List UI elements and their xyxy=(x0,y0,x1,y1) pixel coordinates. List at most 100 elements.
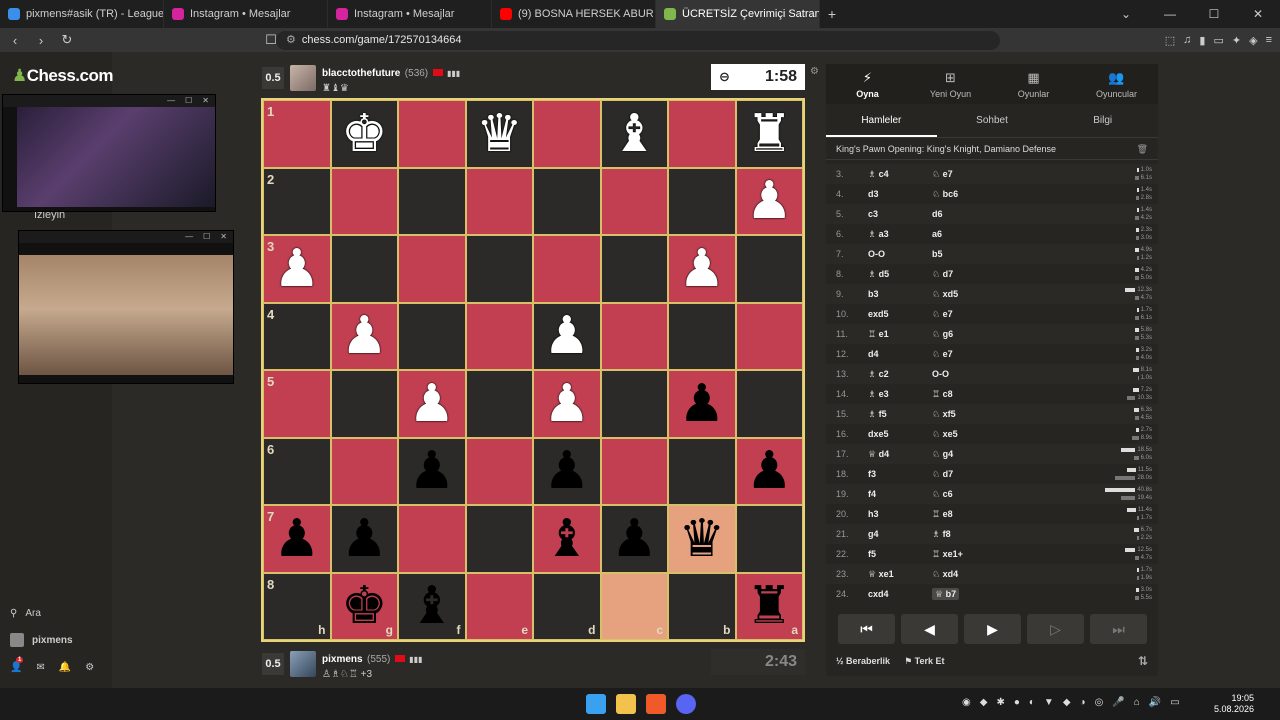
black-move[interactable]: ♘ g4 xyxy=(932,449,1012,460)
white-move[interactable]: ♕ d4 xyxy=(868,449,932,460)
profile-nav-item[interactable]: pixmens xyxy=(10,633,73,647)
black-move[interactable]: d6 xyxy=(932,209,1012,219)
black-pawn-piece[interactable]: ♟ xyxy=(408,445,455,497)
board-square[interactable] xyxy=(465,302,533,370)
white-bishop-piece[interactable]: ♝ xyxy=(611,108,658,160)
board-square[interactable]: ♟ xyxy=(533,437,601,505)
board-square[interactable]: ♝ xyxy=(600,100,668,168)
tab-search-icon[interactable]: ⌄ xyxy=(1104,0,1148,28)
white-move[interactable]: ♗ a3 xyxy=(868,229,932,240)
white-move[interactable]: O-O xyxy=(868,249,932,259)
white-move[interactable]: ♗ e3 xyxy=(868,389,932,400)
white-queen-piece[interactable]: ♛ xyxy=(476,108,523,160)
black-pawn-piece[interactable]: ♟ xyxy=(678,378,725,430)
white-move[interactable]: exd5 xyxy=(868,309,932,319)
browser-tab[interactable]: pixmens#asik (TR) - LeagueOfGraphs xyxy=(0,0,164,28)
black-pawn-piece[interactable]: ♟ xyxy=(746,445,793,497)
battery-icon[interactable]: ▭ xyxy=(1170,697,1179,708)
white-pawn-piece[interactable]: ♟ xyxy=(543,378,590,430)
black-king-piece[interactable]: ♚ xyxy=(341,580,388,632)
white-pawn-piece[interactable]: ♟ xyxy=(678,243,725,295)
board-square[interactable] xyxy=(735,505,803,573)
bottom-player-avatar[interactable] xyxy=(290,651,316,677)
black-move[interactable]: b5 xyxy=(932,249,1012,259)
board-square[interactable]: ♝ xyxy=(533,505,601,573)
board-square[interactable]: ♜ xyxy=(735,100,803,168)
last-move-button[interactable]: ⏭ xyxy=(1090,614,1147,644)
board-square[interactable] xyxy=(600,167,668,235)
black-move[interactable]: ♖ xe1+ xyxy=(932,549,1012,560)
board-square[interactable]: c xyxy=(600,572,668,640)
board-square[interactable]: ♟ xyxy=(398,370,466,438)
white-move[interactable]: c3 xyxy=(868,209,932,219)
board-square[interactable]: ♟ xyxy=(735,437,803,505)
board-square[interactable] xyxy=(330,437,398,505)
board-square[interactable] xyxy=(735,302,803,370)
board-square[interactable]: ♟ xyxy=(668,370,736,438)
board-square[interactable]: 8h xyxy=(263,572,331,640)
board-square[interactable]: ♟ xyxy=(600,505,668,573)
start-icon[interactable] xyxy=(586,694,606,714)
white-move[interactable]: ♕ xe1 xyxy=(868,569,932,580)
new-tab-button[interactable]: + xyxy=(820,6,844,22)
white-pawn-piece[interactable]: ♟ xyxy=(408,378,455,430)
taskbar-clock[interactable]: 19:05 5.08.2026 xyxy=(1214,693,1254,715)
previous-move-button[interactable]: ◀ xyxy=(901,614,958,644)
tray-app-icon[interactable]: ✱ xyxy=(996,697,1004,708)
black-move[interactable]: a6 xyxy=(932,229,1012,239)
friends-icon[interactable]: 👤 1 xyxy=(10,657,24,673)
board-square[interactable]: 1 xyxy=(263,100,331,168)
next-move-button[interactable]: ▷ xyxy=(1027,614,1084,644)
board-square[interactable]: 4 xyxy=(263,302,331,370)
draw-button[interactable]: ½ Beraberlik xyxy=(836,656,890,666)
white-move[interactable]: ♗ d5 xyxy=(868,269,932,280)
black-move[interactable]: ♘ d7 xyxy=(932,269,1012,280)
subtab-bilgi[interactable]: Bilgi xyxy=(1047,104,1158,137)
maximize-icon[interactable]: ☐ xyxy=(185,95,192,107)
site-info-icon[interactable]: ⚙ xyxy=(286,34,296,46)
leo-icon[interactable]: ✦ xyxy=(1232,34,1241,47)
white-move[interactable]: g4 xyxy=(868,529,932,539)
board-square[interactable] xyxy=(398,302,466,370)
white-pawn-piece[interactable]: ♟ xyxy=(746,175,793,227)
board-square[interactable]: ♛ xyxy=(668,505,736,573)
board-square[interactable]: d xyxy=(533,572,601,640)
board-square[interactable]: ♟ xyxy=(735,167,803,235)
black-rook-piece[interactable]: ♜ xyxy=(746,580,793,632)
black-pawn-piece[interactable]: ♟ xyxy=(341,513,388,565)
file-explorer-icon[interactable] xyxy=(616,694,636,714)
white-move[interactable]: b3 xyxy=(868,289,932,299)
search-nav-item[interactable]: ⚲ Ara xyxy=(10,608,41,619)
close-icon[interactable]: ✕ xyxy=(202,95,209,107)
white-pawn-piece[interactable]: ♟ xyxy=(341,310,388,362)
board-square[interactable] xyxy=(600,437,668,505)
black-move[interactable]: ♘ bc6 xyxy=(932,189,1012,200)
tray-app-icon[interactable]: ▼ xyxy=(1044,697,1054,708)
chess-logo[interactable]: ♟Chess.com xyxy=(12,66,113,86)
black-bishop-piece[interactable]: ♝ xyxy=(408,580,455,632)
board-square[interactable] xyxy=(533,235,601,303)
board-square[interactable] xyxy=(330,167,398,235)
panel-tab-yeni-oyun[interactable]: ⊞ Yeni Oyun xyxy=(909,64,992,104)
panel-tab-oyuncular[interactable]: 👥 Oyuncular xyxy=(1075,64,1158,104)
black-move[interactable]: ♘ e7 xyxy=(932,309,1012,320)
maximize-button[interactable]: ☐ xyxy=(1192,0,1236,28)
board-square[interactable] xyxy=(465,235,533,303)
white-rook-piece[interactable]: ♜ xyxy=(746,108,793,160)
close-window-button[interactable]: ✕ xyxy=(1236,0,1280,28)
black-move[interactable]: ♗ f8 xyxy=(932,529,1012,540)
black-move[interactable]: ♘ xe5 xyxy=(932,429,1012,440)
white-move[interactable]: ♖ e1 xyxy=(868,329,932,340)
board-square[interactable] xyxy=(600,370,668,438)
board-square[interactable] xyxy=(600,235,668,303)
board-square[interactable] xyxy=(330,370,398,438)
bell-icon[interactable]: 🔔 xyxy=(59,662,71,673)
browser-tab[interactable]: ÜCRETSİZ Çevrimiçi Satranç Oyna✕ xyxy=(656,0,820,28)
tray-app-icon[interactable]: ◆ xyxy=(980,697,988,708)
board-square[interactable] xyxy=(465,167,533,235)
board-square[interactable]: ♟ xyxy=(330,505,398,573)
microphone-icon[interactable]: 🎤 xyxy=(1112,697,1124,708)
board-square[interactable] xyxy=(465,370,533,438)
bottom-player-name[interactable]: pixmens xyxy=(322,654,363,665)
tray-app-icon[interactable]: ◐ xyxy=(1029,697,1035,708)
